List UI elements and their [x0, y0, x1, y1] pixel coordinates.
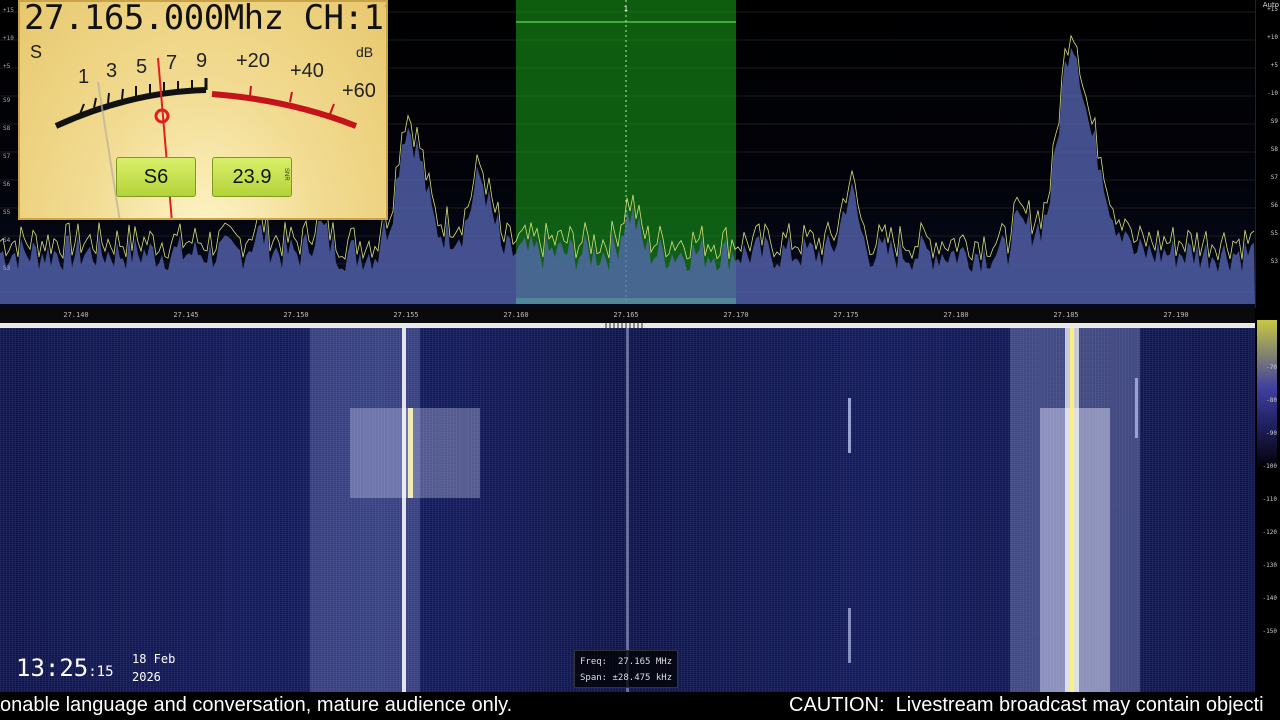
db-scale-label: S3 — [1270, 258, 1278, 265]
waterfall-signal — [408, 408, 413, 498]
freq-row: Freq: 27.165 MHz — [580, 654, 672, 670]
spectrum-db-label: S5 — [3, 209, 11, 216]
waterfall-scale-label: -90 — [1266, 430, 1277, 437]
waterfall-signal — [848, 608, 851, 663]
db-scale-label: S7 — [1270, 174, 1278, 181]
s-scale-label: 7 — [166, 52, 178, 74]
spectrum-db-label: S4 — [3, 237, 11, 244]
db-scale-label: +40 — [290, 60, 324, 82]
clock-date-day: 18 Feb — [132, 652, 176, 666]
db-scale-label: +60 — [342, 80, 376, 102]
db-scale-label: +20 — [236, 50, 270, 72]
frequency-tick-label: 27.160 — [503, 311, 529, 319]
waterfall-signal — [402, 328, 406, 692]
snr-value: 23.9 — [232, 165, 272, 188]
waterfall-scale-label: -80 — [1266, 397, 1277, 404]
waterfall-scale-label: -70 — [1266, 364, 1277, 371]
waterfall-signal — [848, 398, 851, 453]
frequency-tick-label: 27.185 — [1053, 311, 1079, 319]
waterfall-scale-label: -120 — [1262, 529, 1277, 536]
s-unit-value-display: S6 — [116, 157, 196, 197]
clock-hours-minutes: 13:25 — [16, 654, 89, 682]
s-meter-panel: 27.165.000Mhz CH:17 S dB 1 3 5 7 9 +20 +40 +60 … — [18, 0, 388, 220]
span-label: Span: — [580, 673, 608, 683]
s-unit-label: S — [30, 42, 43, 62]
sdr-app: 1 +15 +10 +5 S9 S8 S7 S6 S5 S4 S3 27.140 27.145 27.1… — [0, 0, 1280, 720]
spectrum-db-label: +5 — [3, 63, 11, 70]
frequency-tick-label: 27.165 — [613, 311, 639, 319]
frequency-readout: 27.165.000Mhz CH:17 — [24, 0, 388, 38]
waterfall-display[interactable] — [0, 328, 1255, 692]
waterfall-scale[interactable]: -70 -80 -90 -100 -110 -120 -130 -140 -150 — [1255, 320, 1280, 692]
db-scale-label: +10 — [1267, 34, 1278, 41]
spectrum-db-label: +15 — [3, 7, 14, 14]
db-scale-label: S6 — [1270, 202, 1278, 209]
waterfall-scale-label: -150 — [1262, 628, 1277, 635]
db-scale-label: +5 — [1270, 62, 1278, 69]
span-row: Span: ±28.475 kHz — [580, 670, 672, 686]
waterfall-signal — [1070, 328, 1074, 692]
waterfall-signal — [626, 328, 629, 692]
spectrum-db-label: S3 — [3, 265, 11, 272]
snr-value-display: 23.9 SNR — [212, 157, 292, 197]
spectrum-db-label: +10 — [3, 35, 14, 42]
db-scale-label: S9 — [1270, 118, 1278, 125]
frequency-tick-label: 27.140 — [63, 311, 89, 319]
frequency-tick-label: 27.170 — [723, 311, 749, 319]
clock-date-year: 2026 — [132, 670, 161, 684]
waterfall-scale-label: -100 — [1262, 463, 1277, 470]
spectrum-db-scale[interactable]: Auto +15 +10 +5 -10 S9 S8 S7 S6 S5 S3 — [1255, 0, 1280, 308]
vfo-marker-label: 1 — [624, 5, 628, 13]
db-unit-label: dB — [356, 44, 374, 60]
frequency-tick-label: 27.180 — [943, 311, 969, 319]
freq-label: Freq: — [580, 657, 608, 667]
waterfall-scale-label: -110 — [1262, 496, 1277, 503]
s-scale-label: 3 — [106, 60, 118, 82]
db-scale-label: S5 — [1270, 230, 1278, 237]
s-scale-label: 9 — [196, 50, 208, 72]
frequency-tick-label: 27.190 — [1163, 311, 1189, 319]
waterfall-signal — [1135, 378, 1138, 438]
db-scale-label: S8 — [1270, 146, 1278, 153]
spectrum-db-label: S9 — [3, 97, 11, 104]
spectrum-db-label: S8 — [3, 125, 11, 132]
s-scale-label: 5 — [136, 56, 148, 78]
s-scale-label: 1 — [78, 66, 90, 88]
waterfall-scale-label: -140 — [1262, 595, 1277, 602]
frequency-tick-label: 27.155 — [393, 311, 419, 319]
clock-time: 13:25:15 — [16, 654, 114, 682]
snr-tag: SNR — [283, 168, 289, 181]
caution-ticker: onable language and conversation, mature… — [0, 692, 1280, 720]
waterfall-signal — [350, 408, 480, 498]
frequency-tick-label: 27.145 — [173, 311, 199, 319]
db-scale-label: -10 — [1267, 90, 1278, 97]
db-scale-label: +15 — [1267, 6, 1278, 13]
ticker-text-caution: CAUTION: Livestream broadcast may contai… — [789, 694, 1264, 716]
waterfall-scale-label: -130 — [1262, 562, 1277, 569]
frequency-tick-label: 27.175 — [833, 311, 859, 319]
s-unit-value: S6 — [143, 165, 169, 188]
ticker-text-start: onable language and conversation, mature… — [0, 694, 513, 716]
clock-seconds: :15 — [88, 664, 114, 680]
span-value: ±28.475 kHz — [612, 673, 673, 683]
clock-date: 18 Feb 2026 — [132, 650, 175, 686]
freq-value: 27.165 MHz — [617, 657, 673, 667]
frequency-info-tooltip: Freq: 27.165 MHz Span: ±28.475 kHz — [574, 650, 678, 688]
frequency-tick-label: 27.150 — [283, 311, 309, 319]
frequency-axis: 27.140 27.145 27.150 27.155 27.160 27.165 27.1… — [0, 308, 1255, 324]
spectrum-db-label: S6 — [3, 181, 11, 188]
spectrum-db-label: S7 — [3, 153, 11, 160]
waterfall-color-gradient[interactable] — [1257, 320, 1277, 470]
